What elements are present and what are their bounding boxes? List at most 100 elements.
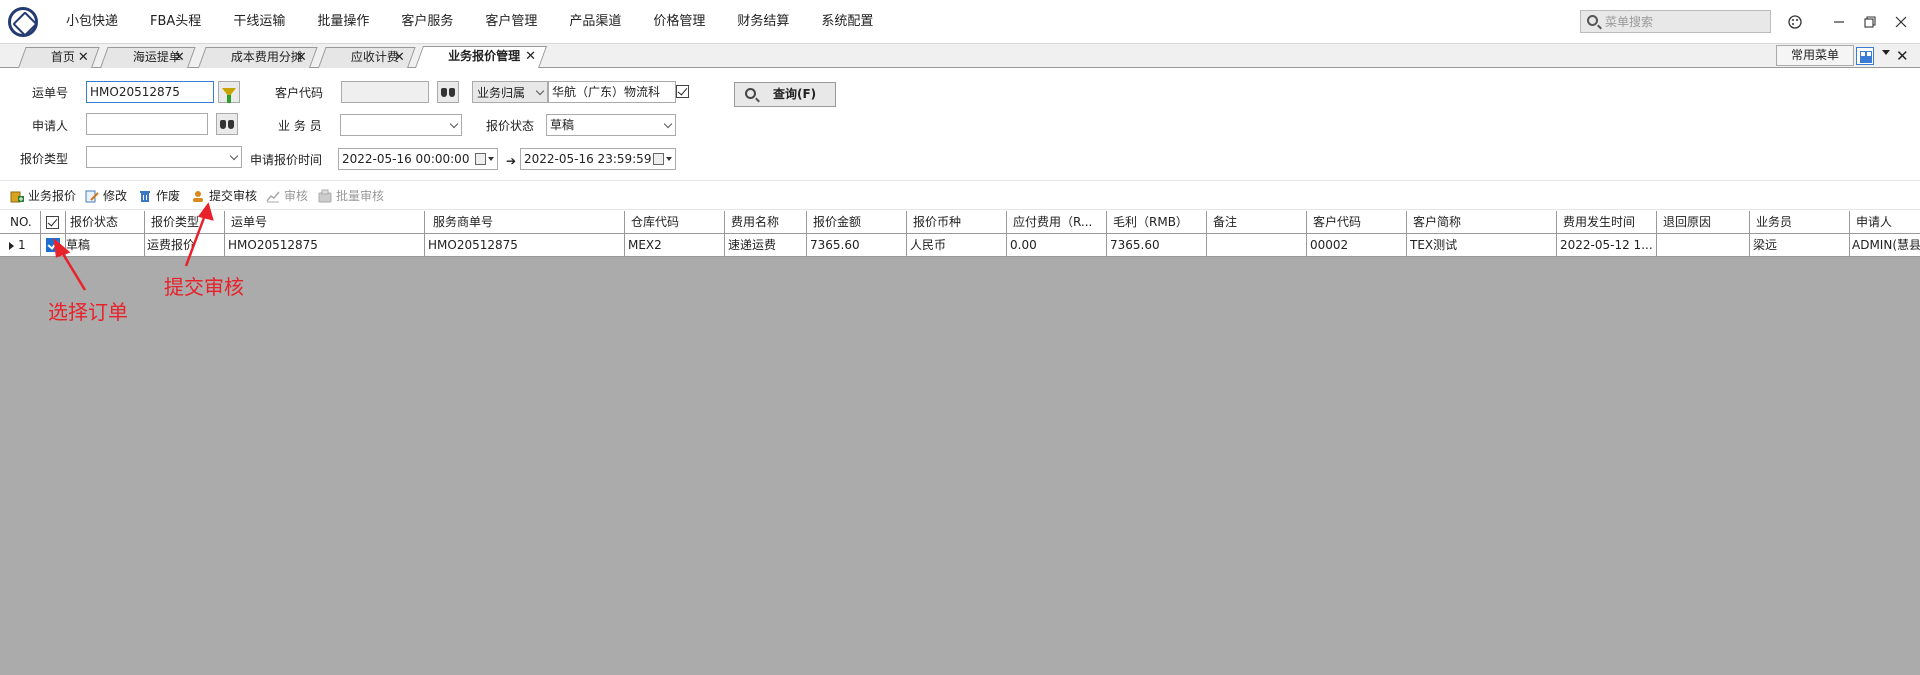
cell-type: 运费报价 xyxy=(145,234,225,257)
salesman-select[interactable] xyxy=(340,114,462,136)
column-header-fee-time[interactable]: 费用发生时间 xyxy=(1557,211,1657,234)
column-header-customer-name[interactable]: 客户简称 xyxy=(1407,211,1557,234)
request-time-to-input[interactable]: 2022-05-16 23:59:59 xyxy=(520,148,676,170)
arrow-right-icon: ➔ xyxy=(506,154,517,168)
applicant-label: 申请人 xyxy=(32,119,69,133)
grid-view-icon[interactable] xyxy=(1856,47,1874,65)
column-header-select[interactable] xyxy=(41,211,66,234)
calendar-dropdown-icon[interactable] xyxy=(653,152,673,166)
column-header-customer-code[interactable]: 客户代码 xyxy=(1307,211,1407,234)
menu-search-input[interactable] xyxy=(1605,13,1765,30)
business-quote-label: 业务报价 xyxy=(28,189,77,203)
audit-chart-icon xyxy=(266,191,280,203)
row-select-checkbox[interactable] xyxy=(46,238,60,252)
column-header-remark[interactable]: 备注 xyxy=(1207,211,1307,234)
tabs-dropdown-icon[interactable] xyxy=(1882,50,1890,55)
column-header-status[interactable]: 报价状态 xyxy=(66,211,145,234)
submit-audit-label: 提交审核 xyxy=(209,189,258,203)
close-tab-icon[interactable]: ✕ xyxy=(525,47,536,66)
select-all-checkbox[interactable] xyxy=(46,216,59,229)
cell-amount: 7365.60 xyxy=(807,234,907,257)
customer-lookup-binoculars-icon[interactable] xyxy=(437,81,459,103)
menu-item-system-config[interactable]: 系统配置 xyxy=(805,0,889,44)
column-header-type[interactable]: 报价类型 xyxy=(145,211,225,234)
owner-type-select[interactable]: 业务归属 xyxy=(472,81,548,103)
column-header-return-reason[interactable]: 退回原因 xyxy=(1657,211,1750,234)
waybill-input[interactable]: HMO20512875 xyxy=(86,81,214,103)
close-all-tabs-icon[interactable]: ✕ xyxy=(1896,44,1909,68)
applicant-lookup-binoculars-icon[interactable] xyxy=(216,113,238,135)
owner-include-checkbox[interactable] xyxy=(676,85,689,98)
menu-item-parcel-express[interactable]: 小包快递 xyxy=(50,0,134,44)
tab-cost-allocation[interactable]: 成本费用分摊 ✕ xyxy=(198,47,318,68)
menu-item-trunk-transport[interactable]: 干线运输 xyxy=(217,0,301,44)
request-time-label: 申请报价时间 xyxy=(250,153,323,167)
column-header-amount[interactable]: 报价金额 xyxy=(807,211,907,234)
column-header-profit[interactable]: 毛利（RMB） xyxy=(1107,211,1207,234)
app-logo-icon xyxy=(8,7,38,37)
cell-profit: 7365.60 xyxy=(1107,234,1207,257)
close-tab-icon[interactable]: ✕ xyxy=(78,48,89,67)
audit-button[interactable]: 审核 xyxy=(266,187,308,205)
close-tab-icon[interactable]: ✕ xyxy=(296,48,307,67)
column-header-salesman[interactable]: 业务员 xyxy=(1750,211,1850,234)
batch-audit-button[interactable]: 批量审核 xyxy=(318,187,384,205)
quote-grid: NO. 报价状态 报价类型 运单号 服务商单号 仓库代码 费用名称 报价金额 报… xyxy=(0,211,1920,675)
cell-return-reason xyxy=(1657,234,1750,257)
restore-icon[interactable] xyxy=(1858,10,1882,34)
action-toolbar: 业务报价 修改 作废 提交审核 审核 批量审核 xyxy=(0,180,1920,210)
tab-receivable-billing[interactable]: 应收计费 ✕ xyxy=(318,47,416,68)
row-select-cell[interactable] xyxy=(41,234,66,257)
menu-item-batch-operations[interactable]: 批量操作 xyxy=(301,0,385,44)
column-header-waybill[interactable]: 运单号 xyxy=(225,211,425,234)
minimize-icon[interactable] xyxy=(1827,10,1851,34)
menu-item-product-channels[interactable]: 产品渠道 xyxy=(553,0,637,44)
query-button[interactable]: 查询(F) xyxy=(734,82,836,107)
filter-icon[interactable] xyxy=(218,81,240,103)
tab-label: 成本费用分摊 xyxy=(230,50,303,64)
menu-search-box xyxy=(1580,10,1771,33)
owner-company-select[interactable]: 华航（广东）物流科 xyxy=(548,81,676,103)
request-time-from-input[interactable]: 2022-05-16 00:00:00 xyxy=(338,148,498,170)
quote-type-select[interactable] xyxy=(86,146,242,168)
menu-item-customer-management[interactable]: 客户管理 xyxy=(469,0,553,44)
column-header-applicant[interactable]: 申请人 xyxy=(1850,211,1920,234)
search-icon xyxy=(745,88,756,99)
quote-status-label: 报价状态 xyxy=(486,119,535,133)
menu-item-price-management[interactable]: 价格管理 xyxy=(637,0,721,44)
quote-status-select[interactable]: 草稿 xyxy=(546,114,676,136)
close-tab-icon[interactable]: ✕ xyxy=(394,48,405,67)
void-button[interactable]: 作废 xyxy=(138,187,180,205)
tab-business-quote-management[interactable]: 业务报价管理 ✕ xyxy=(415,46,548,68)
query-button-label: 查询(F) xyxy=(773,87,817,101)
close-tab-icon[interactable]: ✕ xyxy=(174,48,185,67)
edit-label: 修改 xyxy=(103,189,128,203)
column-header-fee-name[interactable]: 费用名称 xyxy=(725,211,807,234)
tab-home[interactable]: 首页 ✕ xyxy=(18,47,100,68)
document-tabs-bar: 首页 ✕ 海运提单 ✕ 成本费用分摊 ✕ 应收计费 ✕ 业务报价管理 ✕ xyxy=(0,44,1920,68)
column-header-no[interactable]: NO. xyxy=(0,211,41,234)
palette-icon[interactable] xyxy=(1783,10,1807,34)
column-header-provider-no[interactable]: 服务商单号 xyxy=(425,211,625,234)
close-window-icon[interactable] xyxy=(1889,10,1913,34)
tab-ocean-bill[interactable]: 海运提单 ✕ xyxy=(100,47,196,68)
edit-icon xyxy=(85,190,99,203)
column-header-payable[interactable]: 应付费用（R... xyxy=(1007,211,1107,234)
column-header-currency[interactable]: 报价币种 xyxy=(907,211,1007,234)
owner-type-select-value: 业务归属 xyxy=(477,86,526,100)
applicant-input[interactable] xyxy=(86,113,208,135)
calendar-dropdown-icon[interactable] xyxy=(475,152,495,166)
common-menu-button[interactable]: 常用菜单 xyxy=(1776,45,1854,66)
business-quote-button[interactable]: 业务报价 xyxy=(10,187,76,205)
menu-item-finance-settlement[interactable]: 财务结算 xyxy=(721,0,805,44)
column-header-warehouse[interactable]: 仓库代码 xyxy=(625,211,725,234)
submit-audit-button[interactable]: 提交审核 xyxy=(191,187,257,205)
edit-button[interactable]: 修改 xyxy=(85,187,127,205)
menu-item-customer-service[interactable]: 客户服务 xyxy=(385,0,469,44)
add-quote-icon xyxy=(10,191,24,203)
cell-salesman: 梁远 xyxy=(1750,234,1850,257)
table-row[interactable]: 1 草稿 运费报价 HMO20512875 HMO20512875 MEX2 速… xyxy=(0,234,1920,257)
row-number: 1 xyxy=(0,234,41,257)
menu-item-fba-firstleg[interactable]: FBA头程 xyxy=(134,0,217,44)
customer-code-input[interactable] xyxy=(341,81,429,103)
